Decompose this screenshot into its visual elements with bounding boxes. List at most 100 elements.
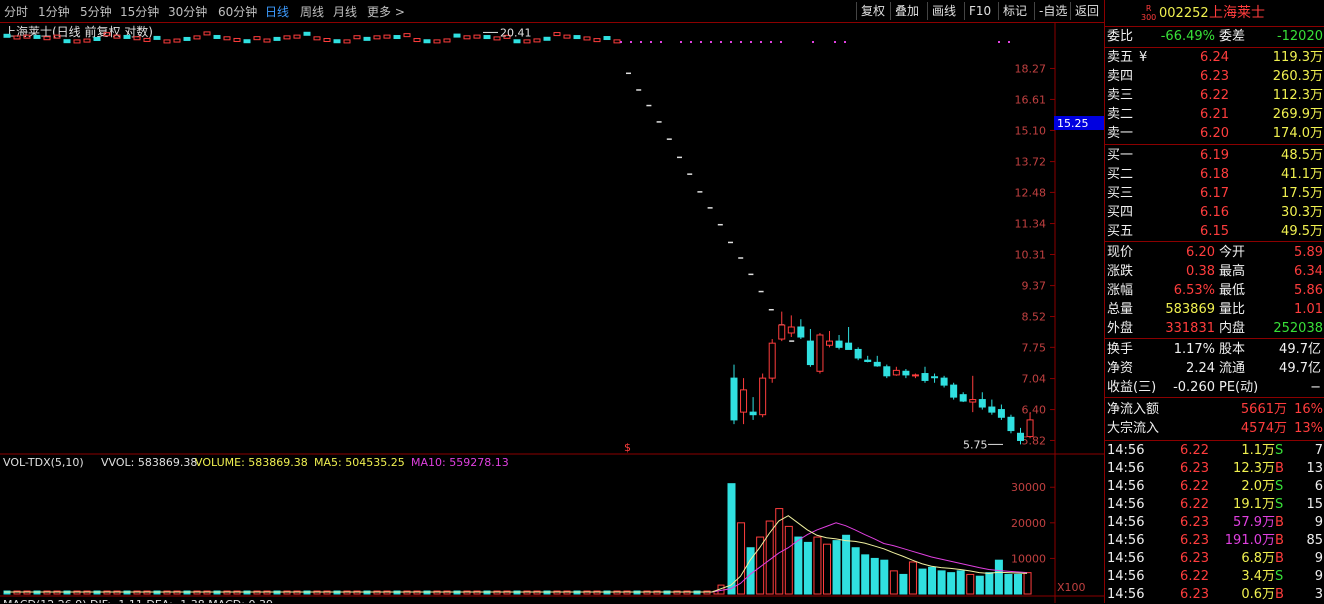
toolbar-button-0[interactable]: 复权 [856, 2, 889, 20]
bid-price-2: 6.17 [1200, 186, 1229, 201]
signal-dot [720, 41, 722, 43]
trade-time: 14:56 [1107, 587, 1145, 602]
period-tab-9[interactable]: 更多 > [367, 3, 405, 20]
signal-dot [760, 41, 762, 43]
candle-body [806, 340, 814, 366]
toolbar-button-2[interactable]: 画线 [927, 2, 960, 20]
ask-label-1: 卖四 [1107, 69, 1134, 84]
period-tab-4[interactable]: 30分钟 [168, 3, 207, 20]
history-candle [533, 38, 541, 43]
price-axis-label: 5.82 [1022, 434, 1047, 447]
ask-price-4: 6.20 [1200, 126, 1229, 141]
weicha-value: -12020 [1276, 29, 1323, 44]
signal-dot [700, 41, 702, 43]
quote-row: 买四 6.16 30.3万 [1105, 203, 1324, 222]
trade-count: 15 [1306, 497, 1323, 512]
ask-label-3: 卖二 [1107, 107, 1134, 122]
quote-row: 卖三 6.22 112.3万 [1105, 86, 1324, 105]
history-candle [123, 34, 131, 39]
quote-row: 总量 583869 量比 1.01 [1105, 300, 1324, 319]
stat-label: 总量 [1107, 302, 1134, 317]
candle-body [864, 359, 872, 362]
history-candle [513, 39, 521, 44]
trade-price: 6.23 [1180, 515, 1209, 530]
toolbar-button-3[interactable]: F10 [964, 2, 995, 20]
trade-volume: 0.6万 [1241, 587, 1275, 602]
volume-bar [908, 561, 917, 595]
separator [1105, 144, 1324, 145]
yen-icon: ¥ [1139, 50, 1148, 65]
trade-side: B [1275, 515, 1284, 530]
bid-label-2: 买三 [1107, 186, 1134, 201]
weibi-label: 委比 [1107, 29, 1134, 44]
ask-vol-3: 269.9万 [1272, 107, 1323, 122]
candle-body [883, 366, 891, 377]
history-candle [433, 39, 441, 44]
trade-count: 3 [1314, 587, 1323, 602]
stat-value: − [1310, 380, 1321, 395]
ask-label-0: 卖五 [1107, 50, 1134, 65]
flow-pct: 16% [1294, 402, 1323, 417]
stat-label: 涨幅 [1107, 283, 1134, 298]
toolbar-button-4[interactable]: 标记 [998, 2, 1031, 20]
candle-body [1007, 416, 1015, 432]
signal-dot [834, 41, 836, 43]
bid-label-1: 买二 [1107, 167, 1134, 182]
trade-volume: 12.3万 [1233, 461, 1275, 476]
stat-label: 净资 [1107, 361, 1134, 376]
candle-body [988, 406, 996, 413]
history-candle [203, 31, 211, 36]
period-tab-7[interactable]: 周线 [300, 3, 324, 20]
period-tab-0[interactable]: 分时 [4, 3, 28, 20]
period-tab-8[interactable]: 月线 [333, 3, 357, 20]
trade-volume: 6.8万 [1241, 551, 1275, 566]
volume-bar [803, 541, 812, 595]
period-tab-2[interactable]: 5分钟 [80, 3, 112, 20]
toolbar-button-5[interactable]: -自选 [1034, 2, 1071, 20]
separator [1105, 241, 1324, 242]
toolbar-button-1[interactable]: 叠加 [890, 2, 923, 20]
candle-body [740, 389, 748, 413]
stat-label: 今开 [1219, 245, 1246, 260]
period-tab-6[interactable]: 日线 [265, 3, 289, 20]
stat-value: 6.34 [1294, 264, 1323, 279]
candle-body [826, 340, 833, 346]
bid-price-4: 6.15 [1200, 224, 1229, 239]
period-tab-3[interactable]: 15分钟 [120, 3, 159, 20]
stat-value: 49.7亿 [1279, 342, 1321, 357]
trade-row: 14:56 6.23 12.3万 B 13 [1105, 459, 1324, 478]
signal-dot [998, 41, 1000, 43]
candle-body [931, 376, 939, 379]
stat-value: -0.260 [1173, 380, 1215, 395]
volume-bar [1014, 573, 1022, 595]
stat-label: 涨跌 [1107, 264, 1134, 279]
trade-time: 14:56 [1107, 551, 1145, 566]
candle-body [835, 340, 843, 348]
volume-bar [1023, 572, 1032, 595]
chart-area[interactable]: 上海莱士(日线 前复权 对数) 18.27 16.61 15.10 13.72 12.48… [0, 23, 1104, 603]
bid-vol-0: 48.5万 [1281, 148, 1323, 163]
trade-side: B [1275, 587, 1284, 602]
trade-count: 9 [1314, 569, 1323, 584]
history-candle [263, 38, 271, 43]
ask-price-3: 6.21 [1200, 107, 1229, 122]
quote-row: 卖二 6.21 269.9万 [1105, 105, 1324, 124]
volume-bar [975, 575, 984, 595]
history-candle [583, 36, 591, 41]
history-candle [383, 34, 391, 39]
period-tab-5[interactable]: 60分钟 [218, 3, 257, 20]
trade-volume: 57.9万 [1233, 515, 1275, 530]
bid-price-3: 6.16 [1200, 205, 1229, 220]
toolbar-button-6[interactable]: 返回 [1070, 2, 1103, 20]
signal-dot [650, 41, 652, 43]
stat-value: 2.24 [1186, 361, 1215, 376]
trade-volume: 19.1万 [1233, 497, 1275, 512]
bid-vol-2: 17.5万 [1281, 186, 1323, 201]
period-tab-1[interactable]: 1分钟 [38, 3, 70, 20]
quote-row: R 300 002252 上海莱士 [1105, 4, 1324, 23]
history-candle [243, 39, 251, 44]
candle-body [940, 377, 948, 386]
volume-bar [937, 570, 946, 595]
price-axis-label: 16.61 [1015, 93, 1047, 106]
history-candle [543, 36, 551, 41]
